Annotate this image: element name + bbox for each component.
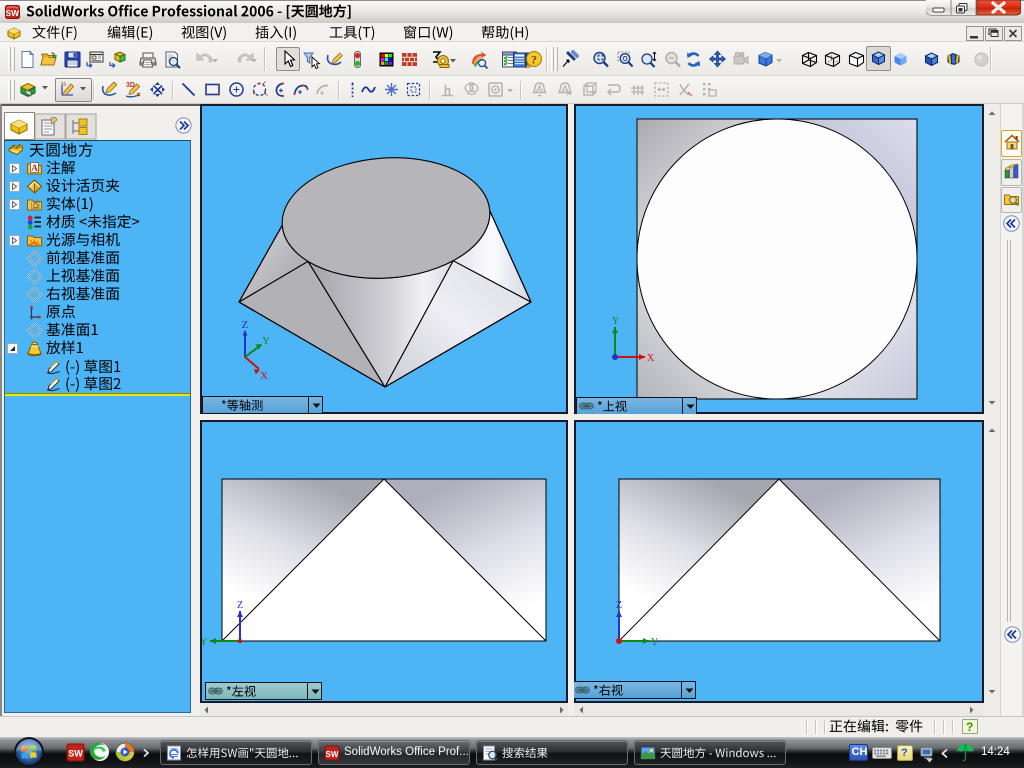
svg-text:X: X (647, 353, 655, 364)
svg-text:SW: SW (326, 750, 339, 759)
svg-text:SW: SW (68, 749, 83, 759)
svg-text:A: A (31, 164, 38, 174)
svg-text:SW: SW (5, 8, 20, 18)
svg-text:?: ? (531, 53, 537, 67)
svg-text:Y: Y (651, 637, 658, 648)
svg-text:Z: Z (237, 600, 243, 611)
svg-text:Z: Z (242, 319, 249, 331)
svg-text:Y: Y (612, 316, 619, 327)
svg-text:%: % (61, 82, 67, 88)
svg-text:Y: Y (262, 335, 270, 347)
svg-text:X: X (260, 370, 268, 382)
svg-text:Z: Z (616, 600, 622, 611)
svg-text:Y: Y (202, 637, 207, 648)
